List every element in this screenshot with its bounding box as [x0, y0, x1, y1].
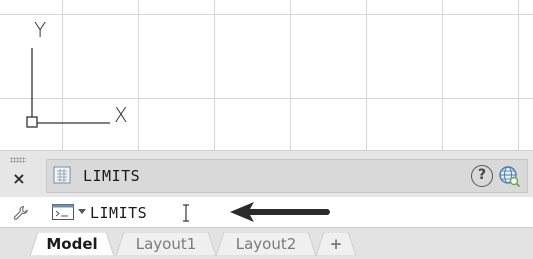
grid	[0, 0, 533, 150]
drag-grip-icon[interactable]	[10, 157, 26, 163]
autocad-command-area: Y X × LIMITS ? LIMITS Model Layout1 Layo…	[0, 0, 533, 259]
tab-model[interactable]: Model	[30, 232, 114, 256]
recent-commands-chevron-down-icon[interactable]	[78, 209, 86, 214]
y-axis-label: Y	[34, 18, 47, 42]
command-line	[0, 197, 533, 227]
tab-model-label: Model	[46, 235, 98, 253]
help-icon[interactable]: ?	[471, 165, 493, 187]
tab-layout2-label: Layout2	[235, 235, 297, 253]
command-history-box: LIMITS ?	[46, 159, 528, 193]
tab-layout1[interactable]: Layout1	[116, 232, 216, 256]
x-axis-label: X	[114, 103, 128, 127]
layout-tabs-bar: Model Layout1 Layout2 +	[0, 227, 533, 259]
last-command-text: LIMITS	[83, 167, 141, 185]
plus-icon: +	[329, 235, 343, 253]
customize-wrench-icon[interactable]	[13, 205, 29, 221]
tab-layout1-label: Layout1	[135, 235, 197, 253]
close-icon[interactable]: ×	[10, 170, 28, 188]
add-layout-button[interactable]: +	[316, 232, 356, 256]
command-prompt-icon[interactable]	[52, 204, 74, 220]
ucs-icon	[26, 48, 110, 128]
annotation-arrow-icon	[230, 202, 330, 222]
drawing-canvas[interactable]: Y X	[0, 0, 533, 150]
command-history-panel: × LIMITS ?	[0, 150, 533, 198]
search-globe-icon[interactable]	[497, 164, 521, 188]
text-cursor-ibeam-icon	[183, 204, 189, 222]
tab-layout2[interactable]: Layout2	[216, 232, 316, 256]
command-list-icon	[53, 166, 71, 184]
